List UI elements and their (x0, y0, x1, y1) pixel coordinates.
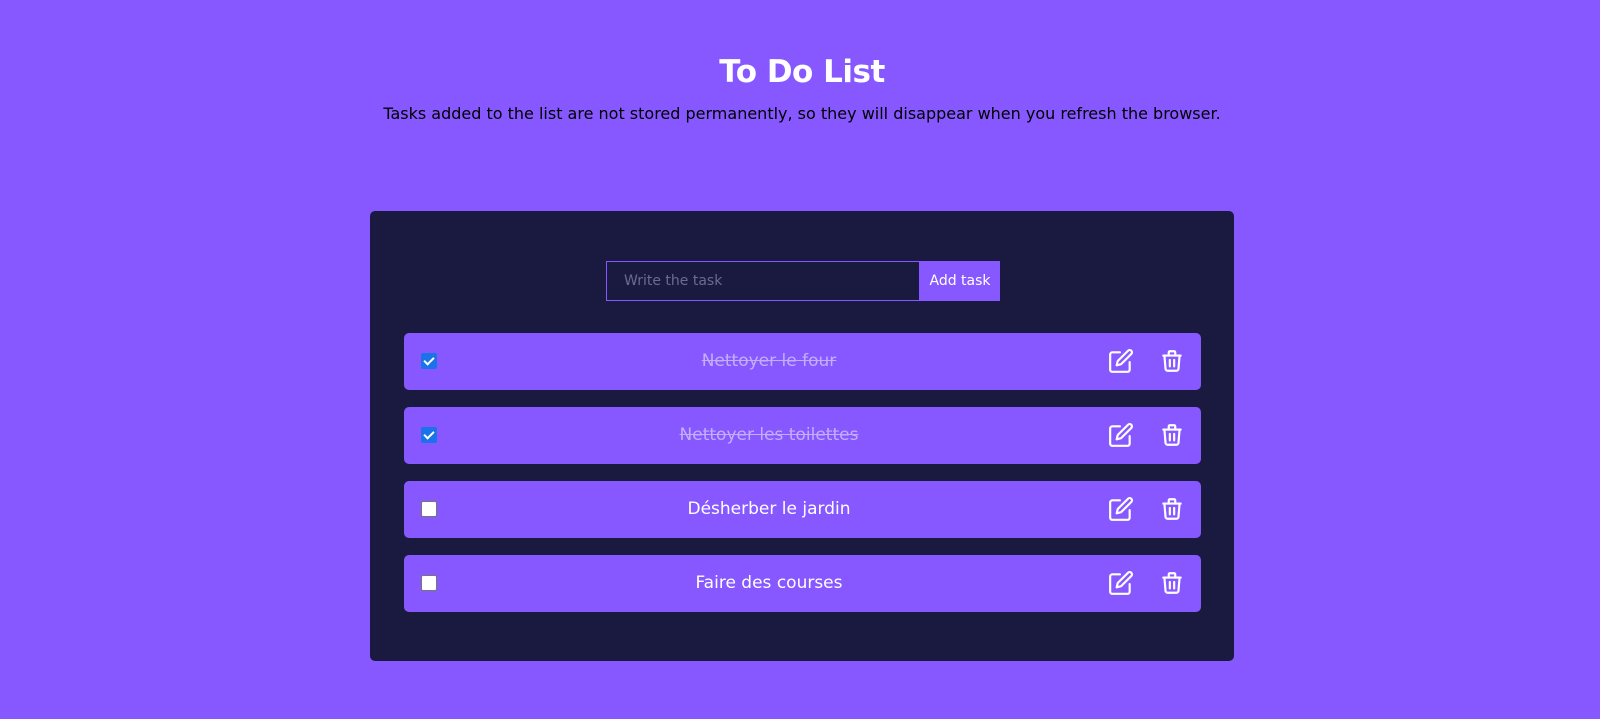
edit-button[interactable] (1106, 568, 1136, 598)
page-title: To Do List (719, 54, 885, 90)
edit-icon (1109, 571, 1133, 595)
delete-button[interactable] (1157, 346, 1187, 376)
task-checkbox[interactable] (421, 501, 437, 517)
page-subtitle: Tasks added to the list are not stored p… (383, 104, 1221, 123)
task-item: Nettoyer les toilettes (404, 407, 1201, 464)
trash-icon (1162, 572, 1182, 594)
task-text[interactable]: Nettoyer le four (454, 333, 1084, 390)
edit-button[interactable] (1106, 346, 1136, 376)
task-checkbox[interactable] (421, 575, 437, 591)
edit-icon (1109, 423, 1133, 447)
task-checkbox[interactable] (421, 427, 437, 443)
task-checkbox[interactable] (421, 353, 437, 369)
task-form: Add task (606, 261, 1000, 301)
task-text[interactable]: Faire des courses (454, 555, 1084, 612)
add-task-button[interactable]: Add task (920, 261, 1000, 301)
task-text[interactable]: Nettoyer les toilettes (454, 407, 1084, 464)
trash-icon (1162, 498, 1182, 520)
trash-icon (1162, 350, 1182, 372)
edit-button[interactable] (1106, 494, 1136, 524)
task-item: Nettoyer le four (404, 333, 1201, 390)
task-input[interactable] (606, 261, 920, 301)
delete-button[interactable] (1157, 494, 1187, 524)
task-list: Nettoyer le four Nettoyer les toilettes … (404, 333, 1201, 629)
delete-button[interactable] (1157, 568, 1187, 598)
edit-icon (1109, 349, 1133, 373)
edit-icon (1109, 497, 1133, 521)
task-item: Faire des courses (404, 555, 1201, 612)
edit-button[interactable] (1106, 420, 1136, 450)
todo-card: Add task Nettoyer le four (370, 211, 1234, 661)
task-item: Désherber le jardin (404, 481, 1201, 538)
delete-button[interactable] (1157, 420, 1187, 450)
task-text[interactable]: Désherber le jardin (454, 481, 1084, 538)
trash-icon (1162, 424, 1182, 446)
